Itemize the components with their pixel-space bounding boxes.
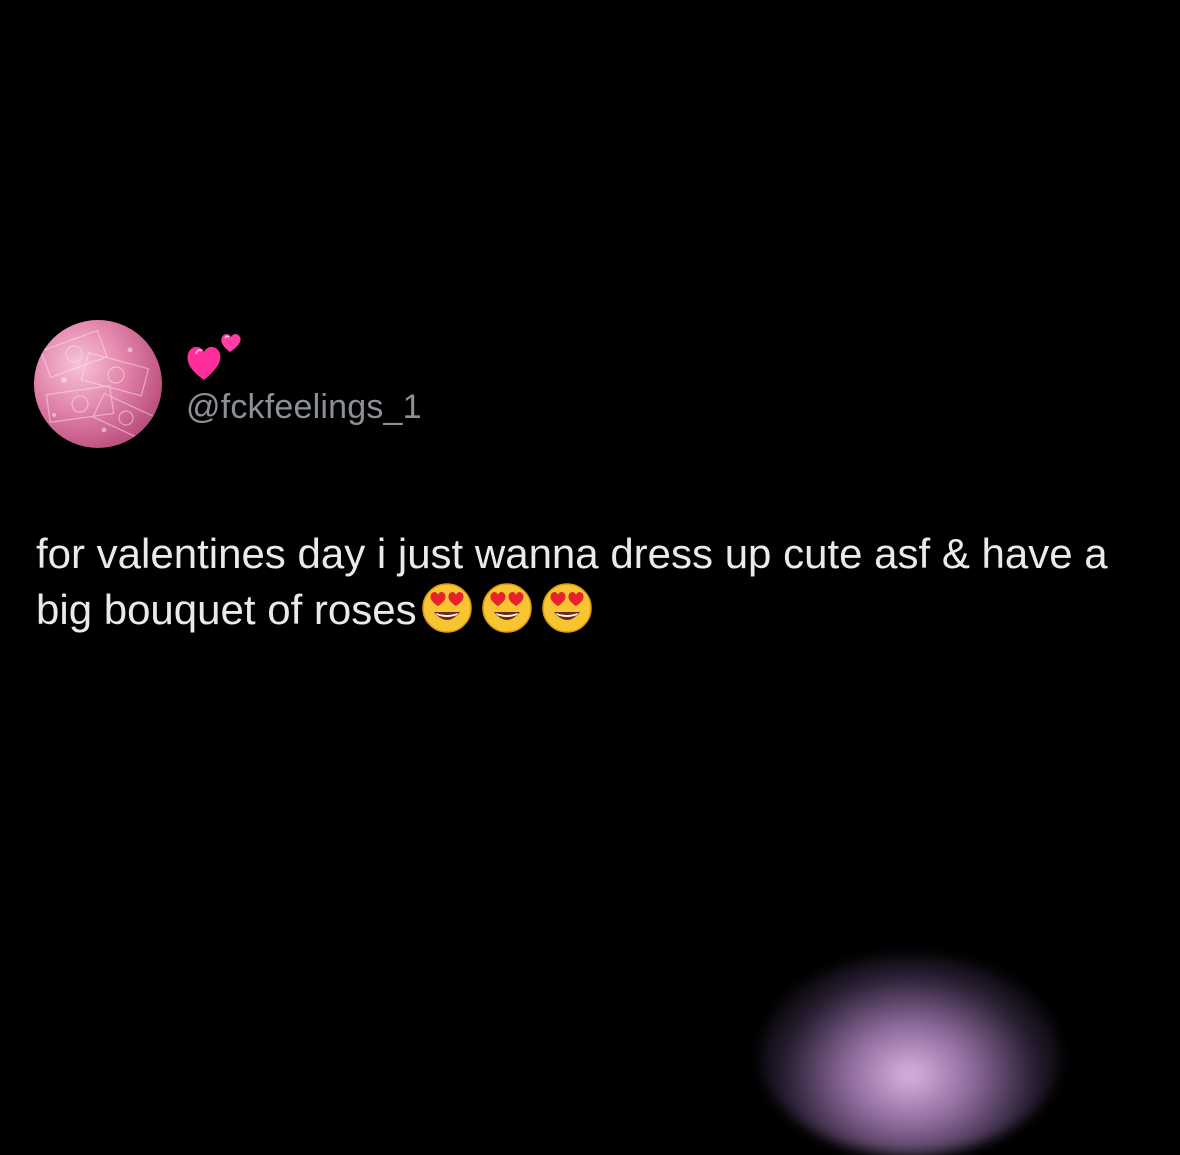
avatar[interactable]	[34, 320, 162, 448]
post-card: @fckfeelings_1 for valentines day i just…	[0, 0, 1180, 1155]
heart-eyes-emoji-icon	[481, 582, 533, 634]
heart-eyes-emoji-icon	[541, 582, 593, 634]
tweet-body: for valentines day i just wanna dress up…	[36, 526, 1156, 648]
emoji-row	[421, 582, 601, 648]
user-handle[interactable]: @fckfeelings_1	[186, 388, 422, 427]
display-name[interactable]	[186, 330, 256, 382]
two-hearts-icon	[186, 330, 256, 382]
heart-eyes-emoji-icon	[421, 582, 473, 634]
light-glow-decoration	[760, 955, 1060, 1155]
